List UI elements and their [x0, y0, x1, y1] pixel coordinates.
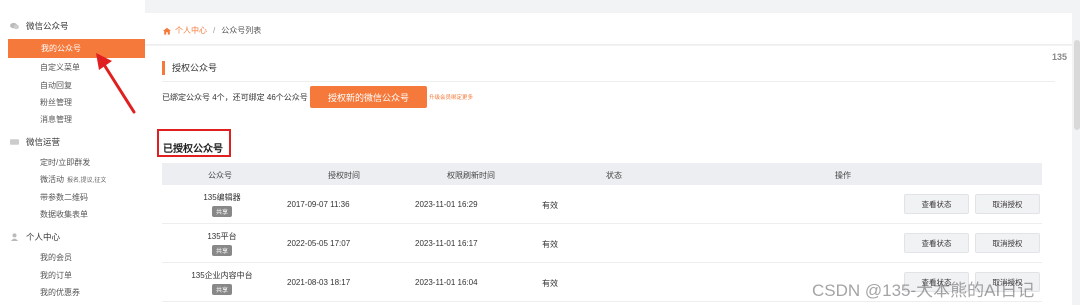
refresh-time: 2023-11-01 16:17 [415, 239, 478, 248]
account-name: 135企业内容中台 [191, 271, 253, 280]
side-widget-logo[interactable]: 135 [1052, 52, 1067, 62]
main-content: 授权公众号 已绑定公众号 4个，还可绑定 46个公众号 授权新的微信公众号 升级… [145, 46, 1072, 305]
shared-tag: 共享 [211, 284, 232, 295]
sidebar-item-qrcode[interactable]: 带参数二维码 [40, 192, 88, 203]
revoke-auth-button[interactable]: 取消授权 [975, 194, 1040, 214]
sidebar-item-orders[interactable]: 我的订单 [40, 270, 72, 281]
sidebar-group-title: 个人中心 [26, 232, 61, 242]
sidebar-group-operation[interactable]: 微信运营 [10, 136, 61, 148]
status-text: 有效 [542, 279, 558, 288]
section-title: 授权公众号 [162, 61, 217, 75]
account-cell: 135编辑器 共享 [162, 192, 282, 217]
breadcrumb: 个人中心 / 公众号列表 [163, 25, 261, 36]
sidebar-item-coupons[interactable]: 我的优惠券 [40, 287, 80, 298]
sidebar-item-broadcast[interactable]: 定时/立即群发 [40, 157, 90, 168]
account-name: 135平台 [207, 232, 237, 241]
column-header-status: 状态 [606, 171, 622, 180]
refresh-time: 2023-11-01 16:29 [415, 200, 478, 209]
watermark: CSDN @135-大本熊的AI日记 [812, 281, 1035, 300]
sidebar: 微信公众号 我的公众号 自定义菜单 自动回复 粉丝管理 消息管理 微信运营 定时… [0, 0, 145, 305]
divider [162, 81, 1055, 82]
status-text: 有效 [542, 240, 558, 249]
user-icon [10, 233, 19, 241]
sidebar-group-title: 微信公众号 [26, 21, 69, 31]
auth-time: 2017-09-07 11:36 [287, 200, 350, 209]
sidebar-item-my-accounts[interactable]: 我的公众号 [8, 39, 145, 58]
breadcrumb-current: 公众号列表 [221, 26, 262, 35]
upgrade-link[interactable]: 升级会员绑定更多 [429, 93, 473, 101]
scrollbar[interactable] [1074, 40, 1080, 130]
sidebar-group-wechat[interactable]: 微信公众号 [10, 20, 69, 32]
account-cell: 135企业内容中台 共享 [162, 270, 282, 295]
account-cell: 135平台 共享 [162, 231, 282, 256]
view-status-button[interactable]: 查看状态 [904, 233, 969, 253]
account-name: 135编辑器 [203, 193, 241, 202]
home-icon [163, 27, 171, 35]
table-row: 135编辑器 共享 2017-09-07 11:36 2023-11-01 16… [162, 185, 1042, 224]
table-header: 公众号 授权时间 权限刷新时间 状态 操作 [162, 163, 1042, 185]
sidebar-item-activity[interactable]: 微活动 报名,提议,征文 [40, 174, 106, 185]
sidebar-group-personal[interactable]: 个人中心 [10, 231, 61, 243]
revoke-auth-button[interactable]: 取消授权 [975, 233, 1040, 253]
refresh-time: 2023-11-01 16:04 [415, 278, 478, 287]
auth-time: 2022-05-05 17:07 [287, 239, 351, 248]
sidebar-item-auto-reply[interactable]: 自动回复 [40, 80, 72, 91]
sidebar-item-custom-menu[interactable]: 自定义菜单 [40, 62, 80, 73]
view-status-button[interactable]: 查看状态 [904, 194, 969, 214]
sidebar-item-messages[interactable]: 消息管理 [40, 114, 72, 125]
column-header-account: 公众号 [208, 171, 232, 180]
shared-tag: 共享 [211, 245, 232, 256]
bind-info: 已绑定公众号 4个，还可绑定 46个公众号 [162, 93, 308, 102]
sidebar-item-forms[interactable]: 数据收集表单 [40, 209, 88, 220]
sidebar-item-label: 微活动 [40, 175, 64, 184]
breadcrumb-separator: / [213, 26, 216, 35]
column-header-auth-time: 授权时间 [328, 171, 360, 180]
auth-time: 2021-08-03 18:17 [287, 278, 351, 287]
breadcrumb-bar: 个人中心 / 公众号列表 [145, 13, 1072, 45]
sidebar-group-title: 微信运营 [26, 137, 61, 147]
chat-icon [10, 22, 19, 30]
sidebar-item-membership[interactable]: 我的会员 [40, 252, 72, 263]
sidebar-item-sub: 报名,提议,征文 [67, 178, 107, 184]
table-row: 135平台 共享 2022-05-05 17:07 2023-11-01 16:… [162, 224, 1042, 263]
card-icon [10, 139, 19, 145]
column-header-actions: 操作 [835, 171, 851, 180]
column-header-refresh-time: 权限刷新时间 [447, 171, 495, 180]
sidebar-item-fans[interactable]: 粉丝管理 [40, 97, 72, 108]
sidebar-item-label: 我的公众号 [41, 44, 81, 53]
breadcrumb-home[interactable]: 个人中心 [175, 25, 207, 36]
status-text: 有效 [542, 201, 558, 210]
highlight-box [157, 129, 231, 157]
shared-tag: 共享 [211, 206, 232, 217]
authorize-new-account-button[interactable]: 授权新的微信公众号 [310, 86, 427, 108]
